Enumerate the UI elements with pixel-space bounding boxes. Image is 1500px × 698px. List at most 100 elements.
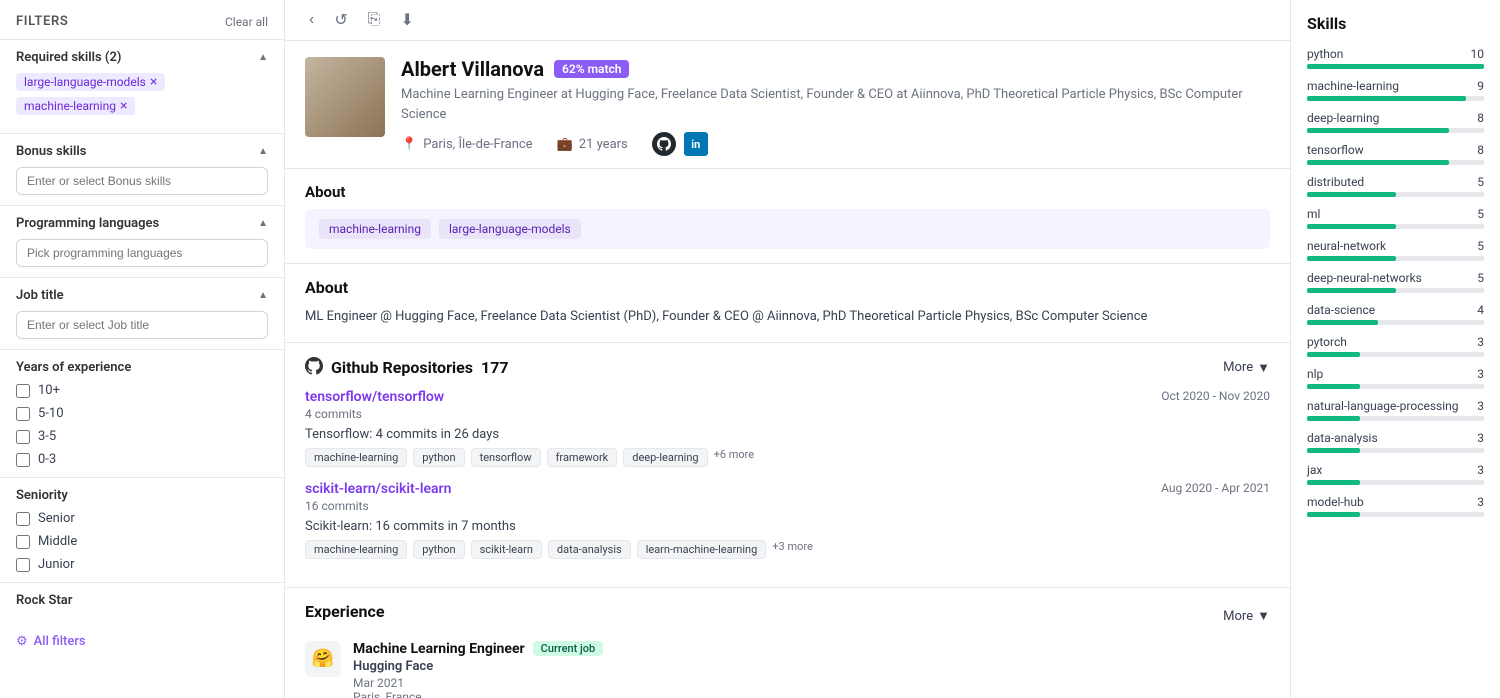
- years-experience-title: Years of experience: [16, 360, 131, 375]
- skill-bar-background: [1307, 160, 1484, 165]
- remove-tag-llm[interactable]: ×: [150, 75, 157, 89]
- skill-row: nlp 3: [1307, 367, 1484, 389]
- bonus-skills-header[interactable]: Bonus skills ▲: [16, 144, 268, 159]
- skill-bar-background: [1307, 224, 1484, 229]
- skill-row: distributed 5: [1307, 175, 1484, 197]
- repo-tag: scikit-learn: [471, 540, 542, 559]
- bonus-skills-input[interactable]: [16, 167, 268, 195]
- experience-more-button[interactable]: More ▼: [1223, 608, 1270, 624]
- matched-skills-title: About: [305, 183, 1270, 201]
- skill-score: 3: [1477, 399, 1484, 413]
- exp-logo: 🤗: [305, 641, 341, 677]
- back-button[interactable]: ‹: [305, 7, 318, 33]
- seniority-middle-checkbox[interactable]: [16, 535, 30, 549]
- repo-commits-scikit: 16 commits: [305, 499, 451, 513]
- skill-row: pytorch 3: [1307, 335, 1484, 357]
- main-content: ‹ ↺ ⎘ ⬇ Albert Villanova 62% match Machi…: [285, 0, 1290, 698]
- job-title-input[interactable]: [16, 311, 268, 339]
- repo-link-tensorflow[interactable]: tensorflow/tensorflow: [305, 389, 444, 405]
- job-title-header[interactable]: Job title ▲: [16, 288, 268, 303]
- skill-name: python: [1307, 47, 1343, 61]
- rock-star-header[interactable]: Rock Star: [16, 593, 268, 608]
- skill-bar-fill: [1307, 384, 1360, 389]
- seniority-section: Seniority Senior Middle Junior: [0, 477, 284, 582]
- candidate-title: Machine Learning Engineer at Hugging Fac…: [401, 85, 1270, 124]
- programming-languages-input[interactable]: [16, 239, 268, 267]
- skill-score: 3: [1477, 431, 1484, 445]
- years-10plus-checkbox[interactable]: [16, 384, 30, 398]
- skill-score: 5: [1477, 207, 1484, 221]
- seniority-senior[interactable]: Senior: [16, 511, 268, 526]
- required-skills-header[interactable]: Required skills (2) ▲: [16, 50, 268, 65]
- skill-row: machine-learning 9: [1307, 79, 1484, 101]
- repo-tag: data-analysis: [548, 540, 631, 559]
- skill-row: jax 3: [1307, 463, 1484, 485]
- years-5-10-checkbox[interactable]: [16, 407, 30, 421]
- social-links: in: [652, 132, 708, 156]
- repo-tags-tensorflow: machine-learning python tensorflow frame…: [305, 448, 1270, 467]
- candidate-location: Paris, Île-de-France: [423, 137, 532, 152]
- skill-bar-background: [1307, 352, 1484, 357]
- seniority-senior-checkbox[interactable]: [16, 512, 30, 526]
- repo-date-tensorflow: Oct 2020 - Nov 2020: [1161, 389, 1270, 403]
- github-more-button[interactable]: More ▼: [1223, 360, 1270, 376]
- candidate-header: Albert Villanova 62% match Machine Learn…: [285, 41, 1290, 169]
- all-filters-button[interactable]: ⚙ All filters: [0, 626, 284, 657]
- experience-title: Experience: [305, 602, 384, 621]
- skill-score: 4: [1477, 303, 1484, 317]
- repo-item-tensorflow: tensorflow/tensorflow 4 commits Oct 2020…: [305, 389, 1270, 467]
- skills-list: python 10 machine-learning 9 deep-learni…: [1307, 47, 1484, 517]
- experience-item: 💼 21 years: [557, 137, 628, 152]
- skill-bar-fill: [1307, 448, 1360, 453]
- skill-score: 9: [1477, 79, 1484, 93]
- skill-row: data-science 4: [1307, 303, 1484, 325]
- github-link[interactable]: [652, 132, 676, 156]
- seniority-header[interactable]: Seniority: [16, 488, 268, 503]
- skill-name: jax: [1307, 463, 1322, 477]
- skill-name: natural-language-processing: [1307, 399, 1459, 413]
- years-0-3[interactable]: 0-3: [16, 452, 268, 467]
- years-experience-header[interactable]: Years of experience: [16, 360, 268, 375]
- skill-row: tensorflow 8: [1307, 143, 1484, 165]
- skill-name: data-science: [1307, 303, 1375, 317]
- about-text: ML Engineer @ Hugging Face, Freelance Da…: [305, 307, 1270, 328]
- years-0-3-checkbox[interactable]: [16, 453, 30, 467]
- skill-name: neural-network: [1307, 239, 1386, 253]
- github-section: Github Repositories 177 More ▼ tensorflo…: [285, 343, 1290, 588]
- skill-bar-fill: [1307, 128, 1449, 133]
- linkedin-link[interactable]: in: [684, 132, 708, 156]
- tag-large-language-models[interactable]: large-language-models ×: [16, 73, 165, 91]
- seniority-junior[interactable]: Junior: [16, 557, 268, 572]
- candidate-name: Albert Villanova: [401, 57, 544, 81]
- skill-bar-fill: [1307, 320, 1378, 325]
- required-skills-section: Required skills (2) ▲ large-language-mod…: [0, 39, 284, 133]
- seniority-junior-checkbox[interactable]: [16, 558, 30, 572]
- chevron-down-icon: ▼: [1257, 608, 1270, 624]
- bonus-skills-title: Bonus skills: [16, 144, 86, 159]
- skill-bar-background: [1307, 192, 1484, 197]
- skill-name: ml: [1307, 207, 1320, 221]
- skill-name: machine-learning: [1307, 79, 1399, 93]
- years-10plus[interactable]: 10+: [16, 383, 268, 398]
- skill-bar-background: [1307, 288, 1484, 293]
- share-button[interactable]: ⎘: [364, 7, 385, 33]
- tag-machine-learning[interactable]: machine-learning ×: [16, 97, 135, 115]
- repo-item-scikit: scikit-learn/scikit-learn 16 commits Aug…: [305, 481, 1270, 559]
- skill-bar-fill: [1307, 256, 1396, 261]
- repo-link-scikit[interactable]: scikit-learn/scikit-learn: [305, 481, 451, 497]
- repo-commits-tensorflow: 4 commits: [305, 407, 444, 421]
- repo-tag: learn-machine-learning: [637, 540, 767, 559]
- skill-bar-fill: [1307, 512, 1360, 517]
- seniority-middle[interactable]: Middle: [16, 534, 268, 549]
- years-5-10[interactable]: 5-10: [16, 406, 268, 421]
- years-3-5[interactable]: 3-5: [16, 429, 268, 444]
- skill-row: ml 5: [1307, 207, 1484, 229]
- skill-score: 8: [1477, 111, 1484, 125]
- skill-row: deep-learning 8: [1307, 111, 1484, 133]
- remove-tag-ml[interactable]: ×: [120, 99, 127, 113]
- clear-all-button[interactable]: Clear all: [225, 15, 268, 29]
- download-button[interactable]: ⬇: [397, 6, 418, 34]
- refresh-button[interactable]: ↺: [330, 6, 351, 34]
- programming-languages-header[interactable]: Programming languages ▲: [16, 216, 268, 231]
- years-3-5-checkbox[interactable]: [16, 430, 30, 444]
